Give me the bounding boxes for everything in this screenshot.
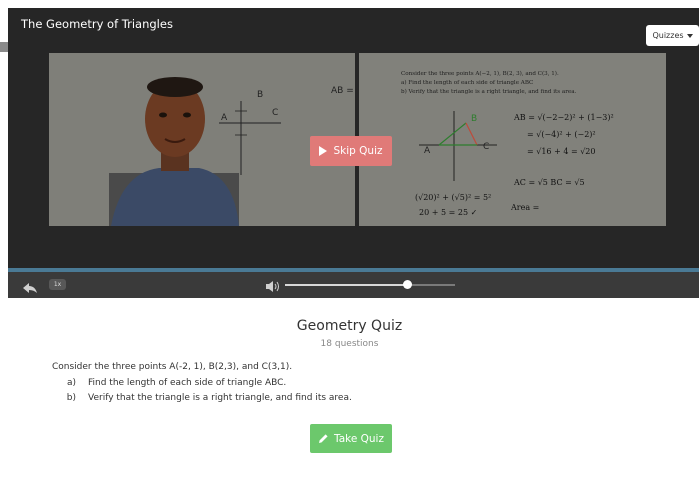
slide-part-a: a) Find the length of each side of trian… (401, 79, 533, 86)
board-point-a: A (221, 113, 228, 123)
slide-eq-6: 20 + 5 = 25 ✓ (419, 208, 477, 217)
part-letter: a) (66, 378, 76, 388)
slide-point-a: A (424, 146, 431, 156)
quiz-question-count: 18 questions (320, 339, 379, 349)
slide-scene: Consider the three points A(−2, 1), B(2,… (401, 70, 614, 217)
quiz-title: Geometry Quiz (296, 318, 403, 334)
slide-eq-5: (√20)² + (√5)² = 5² (415, 193, 491, 202)
quizzes-dropdown-button[interactable]: Quizzes (646, 25, 699, 46)
part-letter: b) (66, 393, 76, 403)
board-point-c: C (272, 108, 278, 118)
video-title: The Geometry of Triangles (21, 17, 173, 31)
quiz-question: Consider the three points A(-2, 1), B(2,… (52, 362, 293, 372)
slide-eq-7: Area = (510, 203, 539, 212)
slide-point-b: B (471, 114, 477, 124)
play-icon (319, 146, 328, 156)
slide-eq-2: = √(−4)² + (−2)² (527, 130, 596, 139)
pencil-icon (319, 434, 328, 443)
slide-point-c: C (483, 142, 489, 152)
slide-video-frame: Consider the three points A(−2, 1), B(2,… (359, 53, 666, 226)
skip-quiz-label: Skip Quiz (333, 145, 383, 157)
quiz-question-part: b) Verify that the triangle is a right tr… (52, 393, 352, 403)
slide-eq-4: AC = √5 BC = √5 (513, 178, 585, 187)
slide-eq-1: AB = √(−2−2)² + (1−3)² (513, 113, 614, 122)
take-quiz-label: Take Quiz (334, 432, 384, 445)
slide-intro: Consider the three points A(−2, 1), B(2,… (401, 70, 559, 77)
skip-quiz-button[interactable]: Skip Quiz (310, 136, 392, 166)
video-player[interactable]: The Geometry of Triangles Quizzes B A C … (8, 8, 699, 298)
playback-speed-button[interactable]: 1x (49, 279, 66, 290)
volume-slider[interactable] (285, 280, 455, 289)
page-edge-mark (0, 42, 8, 52)
volume-slider-handle[interactable] (403, 280, 413, 289)
volume-icon[interactable] (265, 278, 281, 297)
quiz-question-part: a) Find the length of each side of triang… (52, 378, 286, 388)
quizzes-label: Quizzes (652, 31, 684, 40)
slide-eq-3: = √16 + 4 = √20 (527, 147, 595, 156)
caret-down-icon (686, 33, 693, 38)
board-point-b: B (257, 90, 263, 100)
board-ab-label: AB = (331, 86, 354, 96)
take-quiz-button[interactable]: Take Quiz (310, 424, 392, 453)
volume-slider-fill (285, 284, 408, 286)
slide-part-b: b) Verify that the triangle is a right t… (401, 88, 577, 95)
part-text: Find the length of each side of triangle… (88, 378, 287, 388)
part-text: Verify that the triangle is a right tria… (88, 393, 352, 403)
rewind-icon[interactable] (22, 279, 38, 298)
player-controls: 1x (8, 272, 699, 298)
